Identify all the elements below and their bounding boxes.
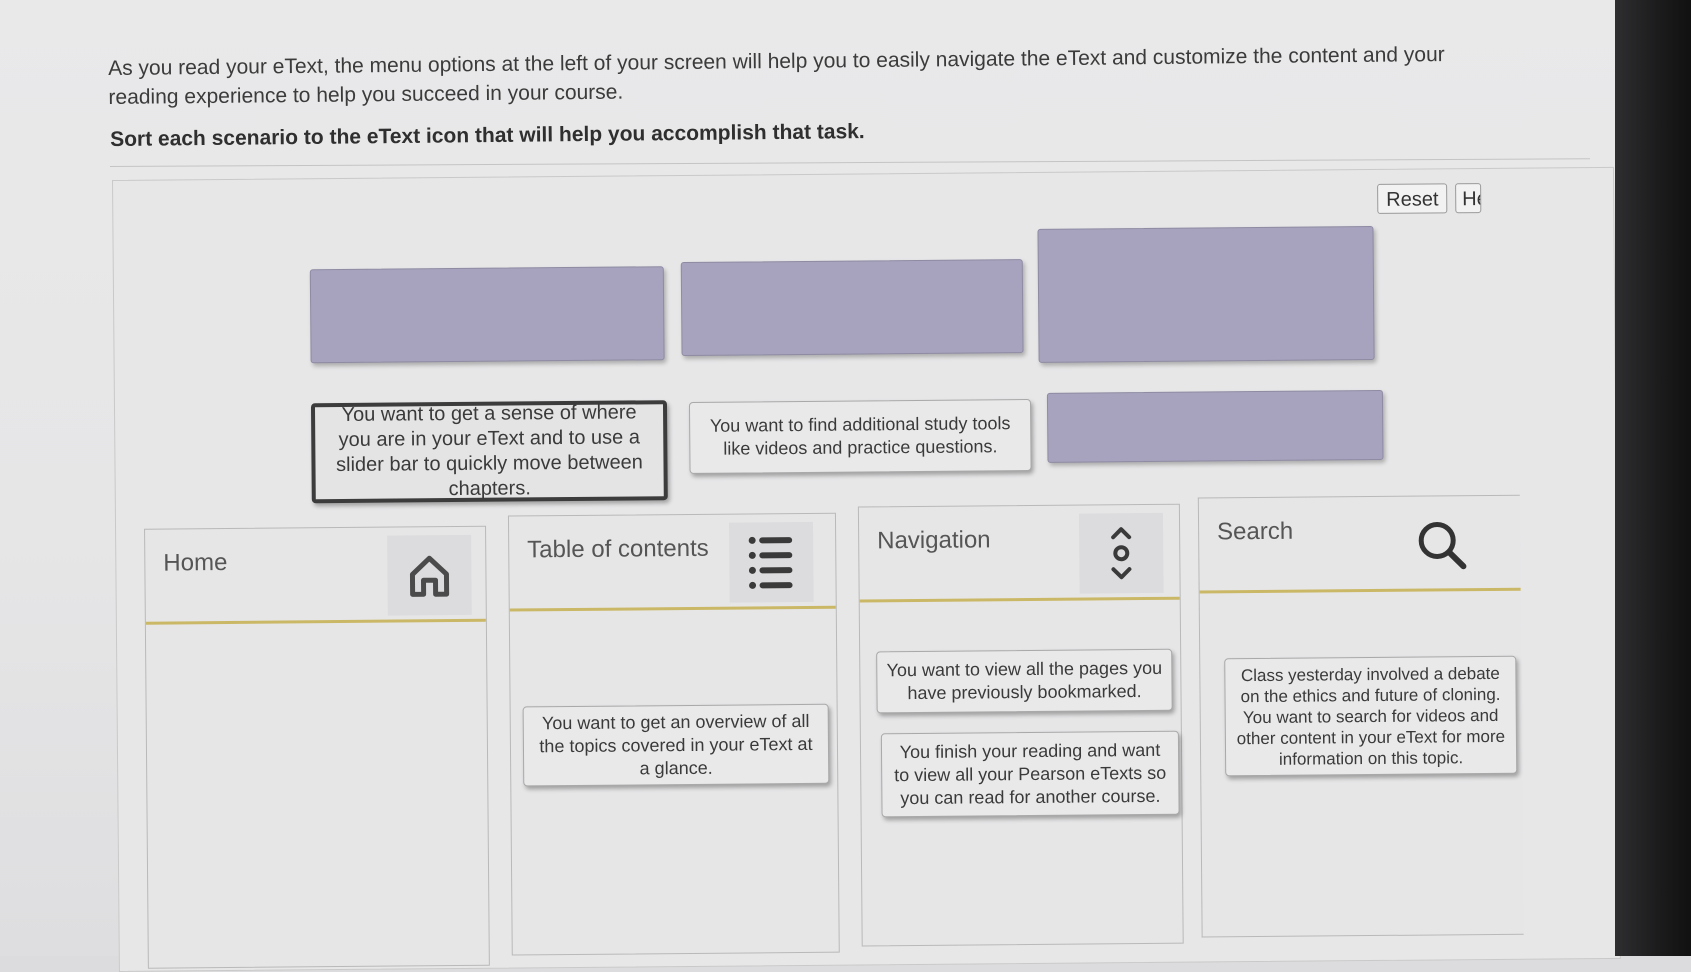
home-icon: [387, 534, 472, 616]
scenario-card-study-tools[interactable]: You want to find additional study tools …: [688, 398, 1032, 474]
bin-navigation[interactable]: Navigation You want to view all the page…: [857, 503, 1184, 947]
bin-header: Search: [1198, 495, 1521, 594]
intro-text: As you read your eText, the menu options…: [108, 43, 1445, 109]
navigation-icon: [1078, 512, 1164, 594]
divider: [110, 158, 1590, 167]
scenario-card-cloning[interactable]: Class yesterday involved a debate on the…: [1224, 655, 1518, 777]
bin-title: Home: [163, 549, 228, 577]
search-icon: [1399, 504, 1484, 585]
bin-title: Search: [1216, 517, 1294, 546]
sorting-workspace: Reset He You want to get a sense of wher…: [112, 166, 1621, 972]
monitor-bezel: [1615, 0, 1691, 956]
scenario-card-overview[interactable]: You want to get an overview of all the t…: [522, 703, 830, 787]
bin-title: Table of contents: [527, 534, 709, 564]
drop-zone-3[interactable]: [1037, 225, 1375, 363]
scenario-card-pearson-etexts[interactable]: You finish your reading and want to view…: [880, 730, 1180, 818]
bin-table-of-contents[interactable]: Table of contents You want to get an ove…: [507, 512, 840, 956]
bin-search[interactable]: Search Class yesterday involved a debate…: [1197, 494, 1524, 938]
reset-button[interactable]: Reset: [1377, 183, 1448, 214]
bin-home[interactable]: Home: [144, 525, 490, 969]
drop-zone-2[interactable]: [680, 259, 1024, 357]
bin-header: Table of contents: [508, 513, 836, 612]
drop-zone-1[interactable]: [309, 266, 665, 364]
bin-header: Navigation: [858, 504, 1180, 603]
list-icon: [729, 521, 814, 603]
scenario-card-slider[interactable]: You want to get a sense of where you are…: [310, 400, 668, 504]
scenario-card-bookmarked[interactable]: You want to view all the pages you have …: [876, 648, 1173, 714]
screen: As you read your eText, the menu options…: [0, 0, 1621, 972]
help-button[interactable]: He: [1455, 183, 1482, 214]
bin-title: Navigation: [877, 526, 991, 555]
instruction-text: Sort each scenario to the eText icon tha…: [110, 120, 865, 151]
drop-zone-4[interactable]: [1046, 389, 1384, 463]
bin-header: Home: [145, 526, 486, 625]
